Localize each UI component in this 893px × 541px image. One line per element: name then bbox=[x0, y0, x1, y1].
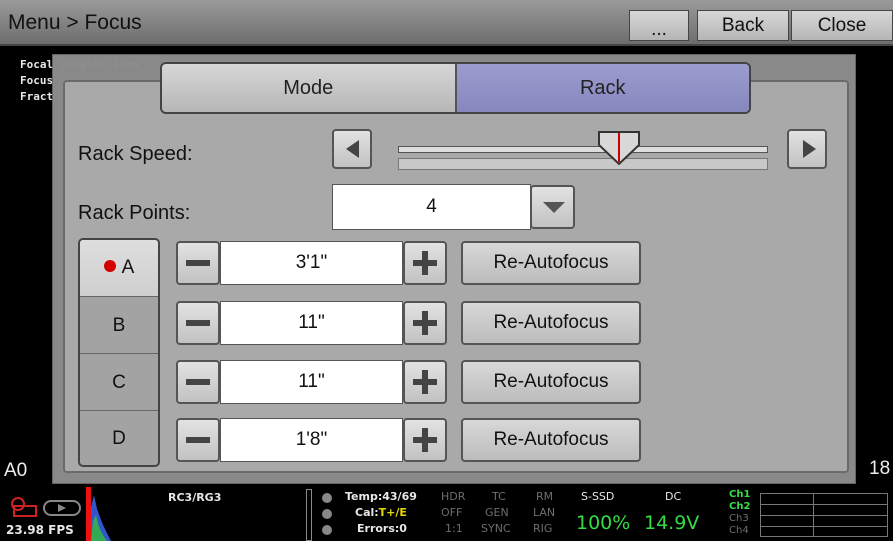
channel-4: Ch4 bbox=[729, 525, 749, 536]
hdr-label: HDR bbox=[441, 490, 466, 503]
remote-label: RC3/RG3 bbox=[168, 491, 222, 504]
back-button[interactable]: Back bbox=[697, 10, 789, 41]
point-d-distance[interactable]: 1'8" bbox=[220, 418, 403, 462]
breadcrumb: Menu > Focus bbox=[8, 11, 142, 34]
histogram bbox=[91, 495, 111, 541]
point-a-decrease-button[interactable] bbox=[176, 241, 220, 285]
lan-label: LAN bbox=[533, 506, 556, 519]
status-bar: 23.98 FPS RC3/RG3 Temp:43/69 Cal:T+/E Er… bbox=[0, 487, 893, 541]
rack-speed-slider-thumb[interactable] bbox=[598, 131, 640, 165]
status-led-3 bbox=[322, 525, 332, 535]
rack-speed-slider-base bbox=[398, 158, 768, 170]
point-c-increase-button[interactable] bbox=[403, 360, 447, 404]
point-c-decrease-button[interactable] bbox=[176, 360, 220, 404]
point-d-increase-button[interactable] bbox=[403, 418, 447, 462]
tc-label: TC bbox=[492, 490, 506, 503]
point-c-distance[interactable]: 11" bbox=[220, 360, 403, 404]
minus-icon bbox=[186, 437, 210, 443]
channel-3: Ch3 bbox=[729, 513, 749, 524]
point-c-label: C bbox=[112, 372, 126, 393]
point-b-decrease-button[interactable] bbox=[176, 301, 220, 345]
point-d-decrease-button[interactable] bbox=[176, 418, 220, 462]
point-a-increase-button[interactable] bbox=[403, 241, 447, 285]
fps-readout: 23.98 FPS bbox=[6, 523, 74, 537]
channel-2: Ch2 bbox=[729, 501, 751, 512]
tc-sync: SYNC bbox=[481, 522, 511, 535]
camera-icon bbox=[11, 497, 81, 517]
minus-icon bbox=[186, 260, 210, 266]
rack-points-dropdown[interactable] bbox=[530, 185, 575, 229]
point-b-label: B bbox=[112, 315, 126, 336]
point-a-distance[interactable]: 3'1" bbox=[220, 241, 403, 285]
point-b-reautofocus-button[interactable]: Re-Autofocus bbox=[461, 301, 641, 345]
hdr-value: OFF bbox=[441, 506, 463, 519]
media-percent: 100% bbox=[576, 512, 631, 534]
arrow-left-icon bbox=[346, 140, 359, 158]
point-d[interactable]: D bbox=[80, 411, 158, 465]
point-a-reautofocus-button[interactable]: Re-Autofocus bbox=[461, 241, 641, 285]
point-c-reautofocus-button[interactable]: Re-Autofocus bbox=[461, 360, 641, 404]
point-c[interactable]: C bbox=[80, 354, 158, 411]
chevron-down-icon bbox=[543, 202, 565, 213]
rm-label: RM bbox=[536, 490, 554, 503]
audio-channel-meters bbox=[760, 493, 888, 537]
clip-code: A0 bbox=[4, 460, 28, 481]
tab-rack[interactable]: Rack bbox=[456, 64, 749, 112]
channel-1: Ch1 bbox=[729, 489, 751, 500]
fraction-readout: Fract bbox=[20, 90, 54, 103]
errors-readout: Errors:0 bbox=[357, 522, 407, 535]
rack-point-list: A B C D bbox=[78, 238, 160, 467]
mode-tabs: Mode Rack bbox=[160, 62, 751, 114]
cal-readout: Cal:T+/E bbox=[355, 506, 407, 519]
point-d-label: D bbox=[112, 428, 126, 449]
tc-gen: GEN bbox=[485, 506, 509, 519]
point-b-increase-button[interactable] bbox=[403, 301, 447, 345]
speed-increase-button[interactable] bbox=[787, 129, 827, 169]
point-a[interactable]: A bbox=[80, 240, 158, 297]
point-b[interactable]: B bbox=[80, 297, 158, 354]
voltage-readout: 14.9V bbox=[644, 512, 700, 534]
media-label: S-SSD bbox=[581, 490, 615, 503]
tab-mode[interactable]: Mode bbox=[162, 64, 457, 112]
rack-speed-slider[interactable] bbox=[398, 146, 768, 153]
minus-icon bbox=[186, 320, 210, 326]
rack-speed-label: Rack Speed: bbox=[78, 143, 193, 165]
point-b-distance[interactable]: 11" bbox=[220, 301, 403, 345]
right-code: 18 bbox=[869, 458, 891, 479]
rack-points-label: Rack Points: bbox=[78, 202, 191, 224]
ratio-value: 1:1 bbox=[445, 522, 463, 535]
rig-label: RIG bbox=[533, 522, 553, 535]
more-button[interactable]: ... bbox=[629, 10, 689, 41]
status-divider bbox=[306, 489, 312, 541]
minus-icon bbox=[186, 379, 210, 385]
point-d-reautofocus-button[interactable]: Re-Autofocus bbox=[461, 418, 641, 462]
power-label: DC bbox=[665, 490, 682, 503]
selected-dot-icon bbox=[103, 260, 116, 272]
point-a-label: A bbox=[121, 257, 135, 278]
close-button[interactable]: Close bbox=[791, 10, 893, 41]
focus-readout: Focus bbox=[20, 74, 54, 87]
speed-decrease-button[interactable] bbox=[332, 129, 372, 169]
temp-readout: Temp:43/69 bbox=[345, 490, 417, 503]
status-led-2 bbox=[322, 509, 332, 519]
arrow-right-icon bbox=[803, 140, 816, 158]
status-led-1 bbox=[322, 493, 332, 503]
title-bar: Menu > Focus ... Back Close bbox=[0, 0, 893, 46]
rack-points-value[interactable]: 4 bbox=[332, 184, 531, 230]
